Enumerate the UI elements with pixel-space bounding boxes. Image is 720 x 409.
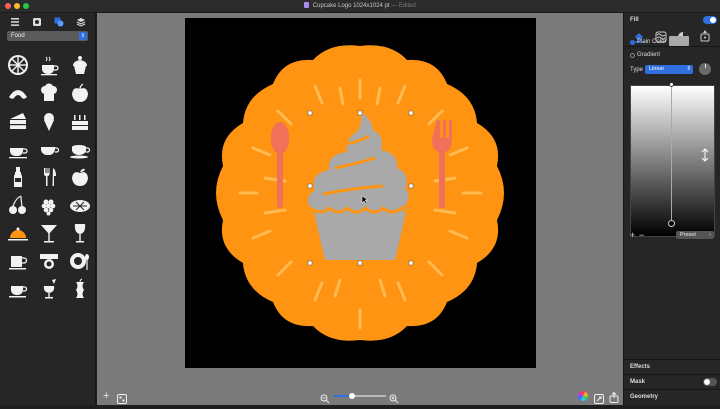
hot-tea-icon[interactable]: [35, 51, 63, 79]
type-label: Type: [630, 67, 644, 73]
gradient-stop-top[interactable]: [669, 82, 674, 87]
window-title-area: Cupcake Logo 1024x1024 pt — Edited: [0, 2, 720, 9]
apple-core-icon[interactable]: [66, 275, 94, 303]
chevron-right-icon: ›: [709, 232, 711, 238]
gradient-radio[interactable]: [630, 53, 635, 58]
chevron-updown-icon: ⇕: [79, 32, 87, 40]
edited-status: — Edited: [391, 3, 416, 9]
category-select[interactable]: Food ⇕: [7, 31, 88, 41]
list-icon[interactable]: [8, 15, 22, 29]
chevron-updown-icon: ⇕: [686, 66, 691, 72]
bottle-icon[interactable]: [4, 163, 32, 191]
document-icon: [304, 2, 310, 8]
resize-icon[interactable]: [594, 391, 604, 409]
angle-dial[interactable]: [699, 63, 711, 75]
layers-icon[interactable]: [74, 15, 88, 29]
app-window: Cupcake Logo 1024x1024 pt — Edited Food …: [0, 0, 720, 405]
divider: [624, 46, 720, 47]
gradient-label: Gradient: [637, 52, 661, 58]
plate-spoon-icon[interactable]: [66, 247, 94, 275]
plain-color-radio[interactable]: [630, 40, 635, 45]
birthday-cake-icon[interactable]: [66, 107, 94, 135]
mask-toggle-knob: [704, 379, 710, 385]
coffee-saucer-icon[interactable]: [4, 275, 32, 303]
angle-dial-marker: [704, 64, 706, 68]
window-title: Cupcake Logo 1024x1024 pt: [312, 3, 390, 9]
logo-artwork[interactable]: [185, 18, 536, 368]
gradient-stop-bottom[interactable]: [668, 220, 675, 227]
cake-slice-icon[interactable]: [4, 107, 32, 135]
remove-stop-button[interactable]: −: [639, 230, 644, 240]
type-value: Linear: [649, 66, 665, 72]
croissant-icon[interactable]: [4, 79, 32, 107]
shapes-icon[interactable]: [52, 15, 66, 29]
cocktail-icon[interactable]: [35, 219, 63, 247]
divider: [624, 374, 720, 375]
type-select[interactable]: Linear ⇕: [645, 65, 693, 74]
plain-color-label: Plain Color: [637, 39, 667, 45]
library-icon[interactable]: [30, 15, 44, 29]
mug-icon[interactable]: [4, 247, 32, 275]
geometry-label[interactable]: Geometry: [630, 394, 658, 400]
chef-hat-icon[interactable]: [35, 79, 63, 107]
preset-button[interactable]: Preset ›: [676, 231, 714, 239]
left-sidebar: Food ⇕: [0, 13, 96, 405]
teacup-icon[interactable]: [35, 135, 63, 163]
category-label: Food: [11, 33, 25, 39]
gradient-axis: [671, 85, 672, 225]
effects-label[interactable]: Effects: [630, 364, 650, 370]
sidebar-tabs: [8, 15, 88, 29]
apple-alt-icon[interactable]: [66, 163, 94, 191]
canvas-area: [97, 13, 623, 392]
fork-knife-icon[interactable]: [35, 163, 63, 191]
zoom-in-icon[interactable]: [389, 391, 399, 409]
plain-color-swatch[interactable]: [669, 36, 689, 46]
artboard[interactable]: [185, 18, 536, 368]
resize-vertical-icon[interactable]: [701, 148, 709, 167]
color-wheel-icon[interactable]: [578, 391, 588, 401]
cupcake-icon[interactable]: [66, 51, 94, 79]
add-stop-button[interactable]: +: [630, 230, 635, 240]
orange-slice-icon[interactable]: [4, 51, 32, 79]
zoom-slider[interactable]: [334, 393, 386, 399]
zoom-out-icon[interactable]: [320, 391, 330, 409]
preset-label: Preset: [680, 232, 696, 238]
bottom-bar: +: [97, 388, 623, 405]
title-bar: Cupcake Logo 1024x1024 pt — Edited: [0, 0, 720, 13]
fill-section-title: Fill: [630, 17, 639, 23]
pie-icon[interactable]: [66, 191, 94, 219]
fill-toggle[interactable]: [703, 16, 717, 24]
zoom-slider-knob[interactable]: [349, 393, 356, 399]
coffee-cup-icon[interactable]: [4, 135, 32, 163]
pen-tool-icon[interactable]: [699, 29, 711, 47]
mask-label: Mask: [630, 379, 646, 385]
serving-cloche-icon[interactable]: [4, 219, 32, 247]
inspector-panel: Fill Plain Color Gradient Type Linear ⇕: [623, 13, 720, 405]
mask-toggle[interactable]: [703, 378, 717, 386]
apple-icon[interactable]: [66, 79, 94, 107]
divider: [624, 359, 720, 360]
grapes-icon[interactable]: [35, 191, 63, 219]
artboard-icon[interactable]: [117, 391, 127, 409]
ice-cream-icon[interactable]: [35, 107, 63, 135]
espresso-icon[interactable]: [66, 135, 94, 163]
cherries-icon[interactable]: [4, 191, 32, 219]
wine-glass-icon[interactable]: [66, 219, 94, 247]
table-setting-icon[interactable]: [35, 247, 63, 275]
add-icon[interactable]: +: [103, 390, 109, 402]
share-icon[interactable]: [609, 390, 619, 408]
wine-pour-icon[interactable]: [35, 275, 63, 303]
divider: [624, 389, 720, 390]
fill-toggle-knob: [710, 17, 716, 23]
